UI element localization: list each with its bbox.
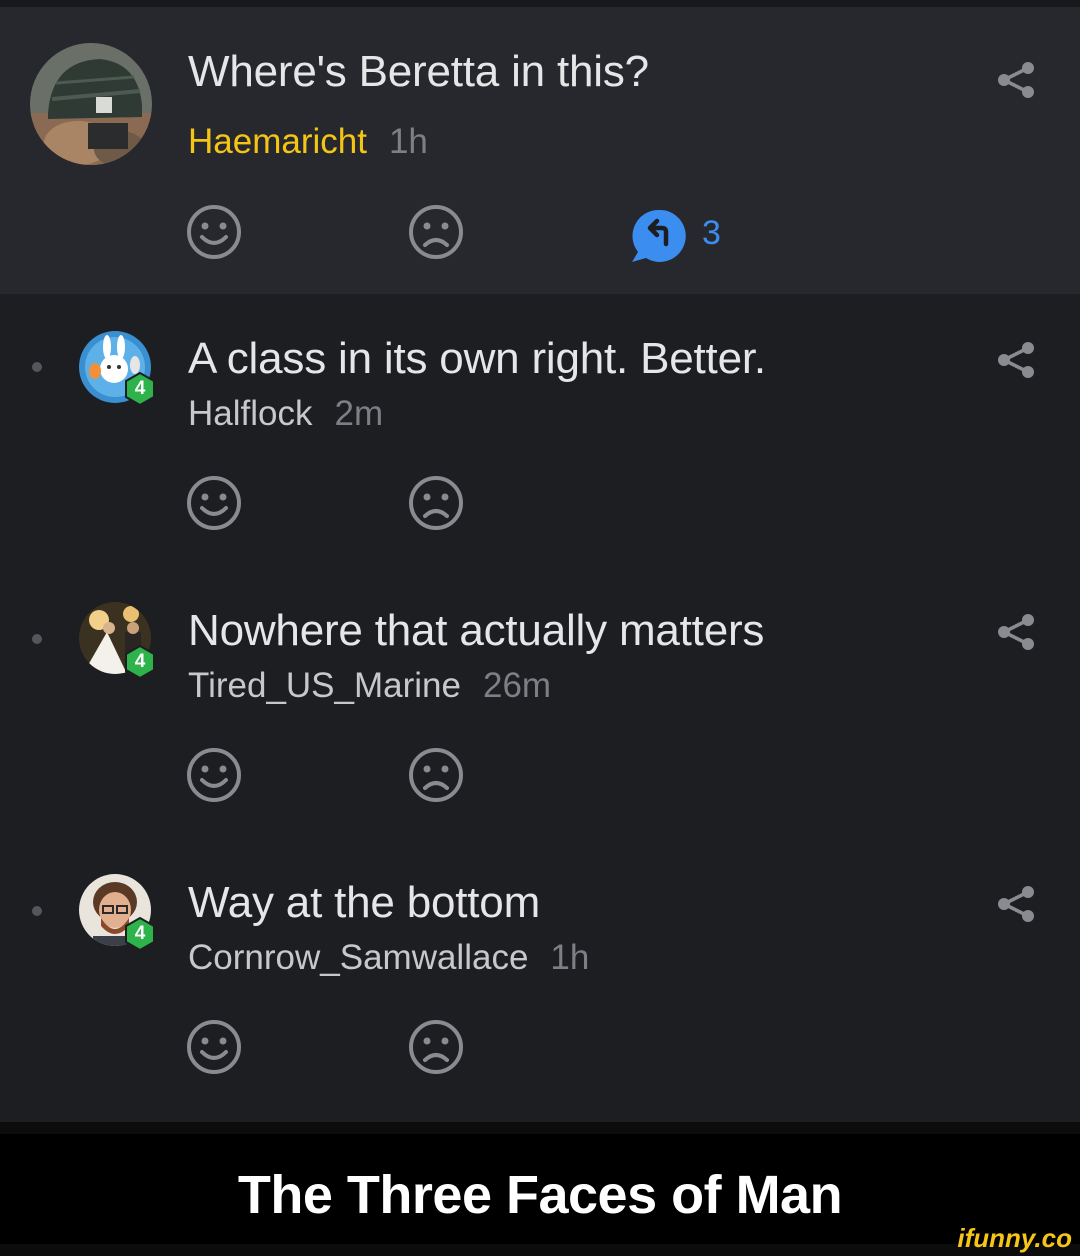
reply-bubble-icon (632, 209, 686, 262)
caption-panel: The Three Faces of Man (0, 1134, 1080, 1244)
frown-button[interactable] (407, 746, 465, 804)
comment-time: 26m (482, 666, 552, 705)
comment-time: 1h (388, 122, 428, 161)
badge-level: 4 (134, 378, 146, 399)
frown-icon (409, 1020, 463, 1074)
reply-comment: 4 A class in its own right. Better. Half… (0, 294, 1080, 566)
reply-comment: 4 Nowhere that actually matters Tired_US… (0, 566, 1080, 838)
comment-username[interactable]: Tired_US_Marine (188, 666, 461, 705)
frown-button[interactable] (407, 474, 465, 532)
level-badge: 4 (123, 645, 157, 679)
smile-icon (187, 748, 241, 802)
share-button[interactable] (995, 883, 1037, 925)
top-divider (0, 0, 1080, 7)
share-button[interactable] (995, 611, 1037, 653)
reply-comment: 4 Way at the bottom Cornrow_Samwallace 1h (0, 838, 1080, 1122)
comment-time: 1h (550, 938, 590, 977)
comment-meta: Halflock 2m (188, 394, 383, 434)
share-icon (998, 62, 1034, 98)
badge-level: 4 (134, 651, 146, 672)
watermark: ifunny.co (957, 1223, 1072, 1253)
smile-icon (187, 1020, 241, 1074)
smile-button[interactable] (185, 1018, 243, 1076)
comment-meta: Tired_US_Marine 26m (188, 666, 551, 706)
smile-button[interactable] (185, 746, 243, 804)
replies-count: 3 (702, 214, 721, 252)
share-button[interactable] (995, 339, 1037, 381)
smile-button[interactable] (185, 474, 243, 532)
smile-button[interactable] (185, 203, 243, 261)
comment-top-level: Where's Beretta in this? Haemaricht 1h 3 (0, 7, 1080, 294)
comment-text: A class in its own right. Better. (188, 334, 766, 383)
helmet-icon (30, 43, 152, 165)
comment-time: 2m (334, 394, 384, 433)
share-button[interactable] (995, 59, 1037, 101)
badge-level: 4 (134, 923, 146, 944)
frown-button[interactable] (407, 203, 465, 261)
comment-text: Where's Beretta in this? (188, 47, 649, 96)
share-icon (998, 614, 1034, 650)
share-icon (998, 342, 1034, 378)
replies-button[interactable]: 3 (630, 206, 740, 266)
thread-dot (32, 906, 42, 916)
comment-meta: Haemaricht 1h (188, 122, 428, 162)
comment-username[interactable]: Cornrow_Samwallace (188, 938, 528, 977)
frown-icon (409, 748, 463, 802)
frown-icon (409, 205, 463, 259)
comment-text: Way at the bottom (188, 878, 541, 927)
user-avatar[interactable] (30, 43, 152, 165)
thread-dot (32, 634, 42, 644)
meme-caption: The Three Faces of Man (237, 1165, 843, 1225)
caption-bar: The Three Faces of Man ifunny.co (0, 1122, 1080, 1256)
smile-icon (187, 205, 241, 259)
comment-username[interactable]: Haemaricht (188, 122, 367, 161)
share-icon (998, 886, 1034, 922)
comment-meta: Cornrow_Samwallace 1h (188, 938, 589, 978)
frown-button[interactable] (407, 1018, 465, 1076)
thread-dot (32, 362, 42, 372)
comment-username[interactable]: Halflock (188, 394, 312, 433)
level-badge: 4 (123, 917, 157, 951)
level-badge: 4 (123, 372, 157, 406)
smile-icon (187, 476, 241, 530)
comment-text: Nowhere that actually matters (188, 606, 765, 655)
frown-icon (409, 476, 463, 530)
